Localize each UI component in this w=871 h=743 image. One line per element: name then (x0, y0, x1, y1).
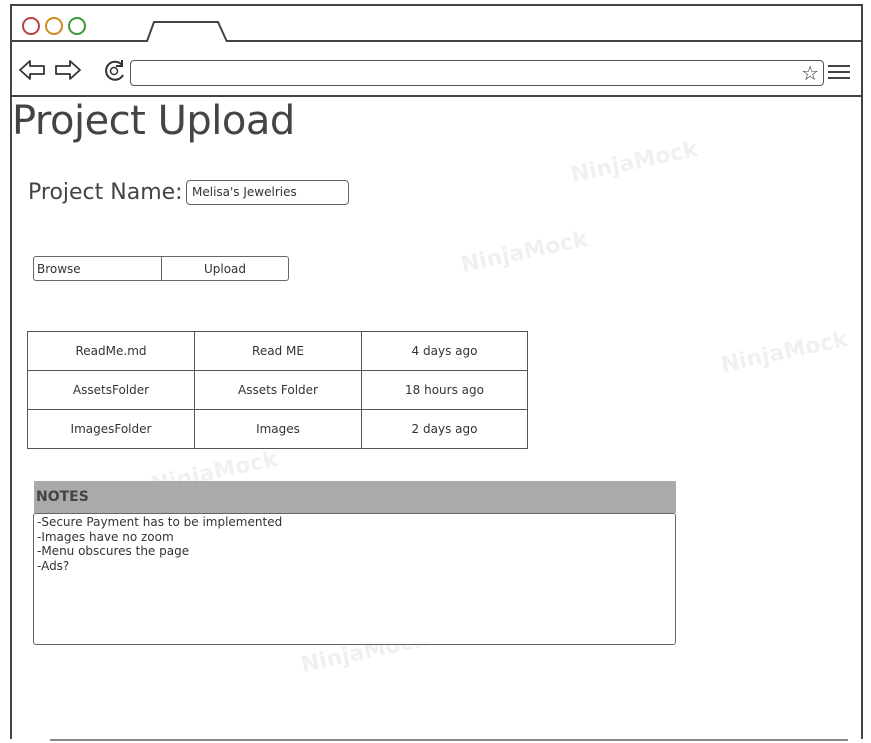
hamburger-menu-icon[interactable] (828, 65, 850, 79)
note-line: -Ads? (37, 558, 70, 573)
file-age-cell: 18 hours ago (361, 370, 528, 410)
bookmark-star-icon[interactable]: ☆ (801, 62, 819, 84)
project-name-input[interactable]: Melisa's Jewelries (186, 180, 349, 205)
bottom-divider (50, 739, 848, 741)
file-name-cell: ImagesFolder (27, 409, 195, 449)
address-bar[interactable]: ☆ (130, 60, 824, 86)
table-row[interactable]: ReadMe.md Read ME 4 days ago (27, 331, 528, 371)
file-description-cell: Read ME (194, 331, 362, 371)
reload-icon[interactable] (102, 58, 128, 84)
close-window-icon[interactable] (22, 17, 40, 35)
browse-field[interactable]: Browse (34, 257, 162, 280)
maximize-window-icon[interactable] (68, 17, 86, 35)
browser-titlebar (10, 4, 863, 44)
notes-textarea[interactable]: -Secure Payment has to be implemented -I… (33, 513, 676, 645)
page-title: Project Upload (12, 98, 295, 144)
file-name-cell: ReadMe.md (27, 331, 195, 371)
table-row[interactable]: AssetsFolder Assets Folder 18 hours ago (27, 370, 528, 410)
file-upload-group: Browse Upload (33, 256, 289, 281)
back-arrow-icon[interactable] (18, 59, 46, 81)
browser-toolbar: ☆ (10, 42, 863, 97)
note-line: -Secure Payment has to be implemented (37, 515, 283, 529)
table-row[interactable]: ImagesFolder Images 2 days ago (27, 409, 528, 449)
note-line: -Menu obscures the page (37, 544, 190, 558)
project-name-label: Project Name: (28, 180, 183, 205)
file-age-cell: 2 days ago (361, 409, 528, 449)
browser-tab[interactable] (144, 20, 230, 44)
file-age-cell: 4 days ago (361, 331, 528, 371)
file-description-cell: Images (194, 409, 362, 449)
file-description-cell: Assets Folder (194, 370, 362, 410)
note-line: -Images have no zoom (37, 529, 174, 544)
upload-button[interactable]: Upload (162, 257, 288, 280)
minimize-window-icon[interactable] (45, 17, 63, 35)
file-name-cell: AssetsFolder (27, 370, 195, 410)
files-table: ReadMe.md Read ME 4 days ago AssetsFolde… (27, 331, 528, 449)
forward-arrow-icon[interactable] (54, 59, 82, 81)
notes-header: NOTES (34, 481, 676, 513)
